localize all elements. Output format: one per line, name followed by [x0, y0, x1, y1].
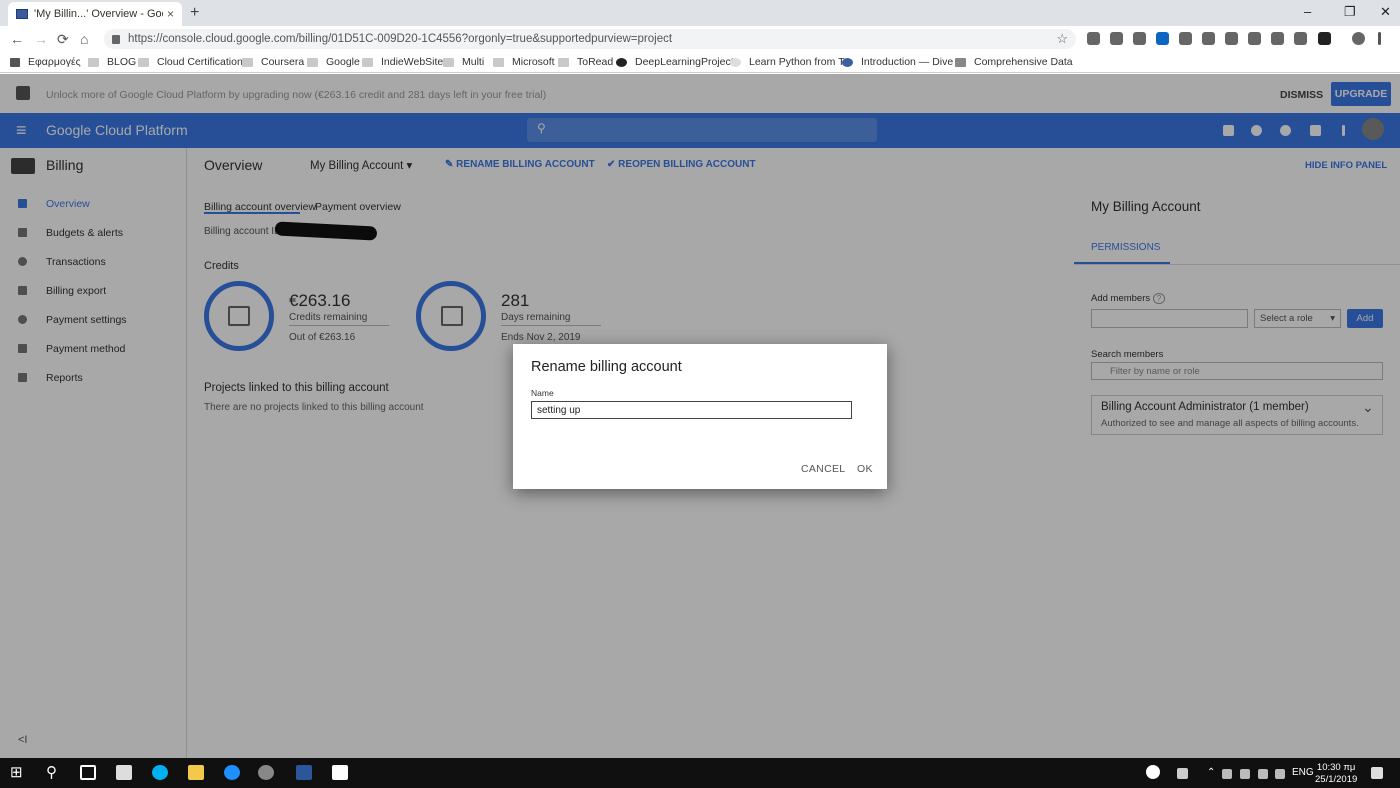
clock[interactable]: 10:30 πμ 25/1/2019: [1315, 762, 1357, 786]
bookmark-label: Εφαρμογές: [28, 56, 81, 68]
dialog-title: Rename billing account: [531, 359, 682, 375]
folder-icon: [88, 57, 99, 67]
bookmark-item[interactable]: Cloud Certifications: [138, 56, 248, 68]
folder-icon: [558, 57, 569, 67]
extension-icon[interactable]: [1271, 32, 1284, 45]
bookmark-label: DeepLearningProject: [635, 56, 734, 68]
tray-arrow-icon[interactable]: ⌃: [1207, 767, 1215, 778]
forward-button[interactable]: →: [34, 31, 48, 47]
cancel-button[interactable]: CANCEL: [801, 463, 845, 475]
language-indicator[interactable]: ENG: [1292, 767, 1314, 778]
profile-avatar-icon[interactable]: [1352, 32, 1365, 45]
volume-icon[interactable]: [1275, 769, 1285, 779]
folder-icon: [138, 57, 149, 67]
bookmark-label: ToRead: [577, 56, 614, 68]
maximize-button[interactable]: ❐: [1344, 4, 1356, 20]
bookmark-item[interactable]: Microsoft: [493, 56, 555, 68]
file-explorer-icon[interactable]: [188, 765, 204, 780]
extension-icon[interactable]: [1318, 32, 1331, 45]
page-icon: [730, 57, 741, 67]
battery-icon[interactable]: [1258, 769, 1268, 779]
name-label: Name: [531, 388, 554, 398]
folder-icon: [443, 57, 454, 67]
bookmark-label: BLOG: [107, 56, 137, 68]
folder-icon: [362, 57, 373, 67]
folder-icon: [242, 57, 253, 67]
reload-button[interactable]: ⟳: [57, 31, 69, 48]
bookmark-item[interactable]: IndieWebSite: [362, 56, 443, 68]
folder-icon: [307, 57, 318, 67]
skype-icon[interactable]: [152, 765, 168, 780]
bookmark-item[interactable]: ToRead: [558, 56, 613, 68]
bookmark-label: IndieWebSite: [381, 56, 444, 68]
bookmark-item[interactable]: Learn Python from Tr: [730, 56, 848, 68]
browser-menu-icon[interactable]: [1378, 32, 1381, 45]
page-icon: [842, 57, 853, 67]
extension-icon[interactable]: [1294, 32, 1307, 45]
bookmark-item[interactable]: DeepLearningProject: [616, 56, 734, 68]
extension-icon[interactable]: [1110, 32, 1123, 45]
github-icon: [616, 57, 627, 67]
bookmark-label: Coursera: [261, 56, 305, 68]
bookmark-label: Learn Python from Tr: [749, 56, 848, 68]
folder-icon: [493, 57, 504, 67]
ok-button[interactable]: OK: [857, 463, 873, 475]
help-tray-icon[interactable]: [1146, 765, 1160, 779]
new-tab-button[interactable]: +: [190, 4, 199, 22]
task-view-icon[interactable]: [80, 765, 96, 780]
billing-favicon-icon: [16, 9, 28, 19]
url-text: https://console.cloud.google.com/billing…: [128, 33, 673, 45]
action-center-icon[interactable]: [1371, 767, 1383, 779]
mail-icon[interactable]: [332, 765, 348, 780]
linkedin-icon[interactable]: [1156, 32, 1169, 45]
apps-grid-icon: [10, 57, 20, 67]
url-bar[interactable]: https://console.cloud.google.com/billing…: [104, 29, 1076, 49]
home-button[interactable]: ⌂: [80, 31, 88, 47]
bookmark-item[interactable]: Multi: [443, 56, 484, 68]
date: 25/1/2019: [1315, 774, 1358, 785]
tab-close-icon[interactable]: ×: [167, 7, 174, 21]
bookmark-label: Comprehensive Data: [974, 56, 1073, 68]
bookmark-label: Google: [326, 56, 360, 68]
lock-icon: [112, 34, 120, 44]
taskbar: [0, 758, 1400, 788]
bookmark-star-icon[interactable]: ☆: [1056, 31, 1068, 47]
store-icon[interactable]: [116, 765, 132, 780]
bookmark-label: Cloud Certifications: [157, 56, 249, 68]
browser-tab-bar: [0, 0, 1400, 26]
search-icon[interactable]: ⚲: [46, 763, 57, 781]
chrome-icon[interactable]: [258, 765, 274, 780]
dropbox-icon[interactable]: [1222, 769, 1232, 779]
rename-dialog: Rename billing account Name CANCEL OK: [513, 344, 887, 489]
word-icon[interactable]: [296, 765, 312, 780]
back-button[interactable]: ←: [10, 31, 24, 47]
people-icon[interactable]: [1177, 768, 1188, 779]
bookmark-apps[interactable]: Εφαρμογές: [10, 56, 81, 68]
ie-icon[interactable]: [224, 765, 240, 780]
start-button[interactable]: ⊞: [10, 763, 23, 781]
bookmark-item[interactable]: Google: [307, 56, 360, 68]
minimize-button[interactable]: –: [1304, 4, 1311, 19]
extension-icon[interactable]: [1087, 32, 1100, 45]
bookmark-item[interactable]: Coursera: [242, 56, 304, 68]
name-input[interactable]: [531, 401, 852, 419]
chart-line-icon: [955, 57, 966, 67]
bookmark-label: Multi: [462, 56, 485, 68]
bookmark-label: Microsoft: [512, 56, 555, 68]
time: 10:30 πμ: [1316, 762, 1356, 773]
extension-icon[interactable]: [1202, 32, 1215, 45]
tab-title: 'My Billin...' Overview - Google C: [34, 8, 163, 20]
extension-icon[interactable]: [1179, 32, 1192, 45]
extension-icon[interactable]: [1133, 32, 1146, 45]
browser-tab[interactable]: 'My Billin...' Overview - Google C ×: [8, 2, 182, 26]
network-icon[interactable]: [1240, 769, 1250, 779]
extension-icon[interactable]: [1225, 32, 1238, 45]
close-window-button[interactable]: ✕: [1380, 4, 1391, 20]
bookmark-item[interactable]: Comprehensive Data: [955, 56, 1073, 68]
bookmark-item[interactable]: Introduction — Dive: [842, 56, 953, 68]
bookmark-label: Introduction — Dive: [861, 56, 954, 68]
bookmark-item[interactable]: BLOG: [88, 56, 136, 68]
extension-icon[interactable]: [1248, 32, 1261, 45]
